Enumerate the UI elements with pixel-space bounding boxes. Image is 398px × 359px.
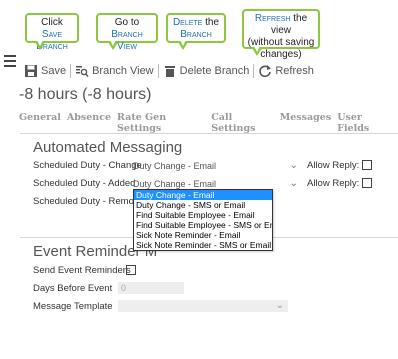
input-value: 0 bbox=[121, 283, 127, 293]
trash-icon bbox=[164, 66, 175, 77]
toolbar-divider bbox=[253, 64, 255, 78]
allow-reply-label: Allow Reply: bbox=[307, 160, 360, 171]
row-label: Scheduled Duty - Added bbox=[33, 178, 136, 189]
allow-reply-checkbox[interactable] bbox=[362, 178, 373, 189]
tab-messages[interactable]: Messages bbox=[280, 112, 331, 134]
delete-branch-label: Delete Branch bbox=[179, 65, 250, 77]
refresh-label: Refresh bbox=[275, 65, 314, 77]
callout-tail bbox=[35, 40, 45, 50]
tab-call-settings[interactable]: Call Settings bbox=[211, 112, 274, 134]
callout-text: Click bbox=[41, 17, 63, 28]
tab-user-fields[interactable]: User Fields bbox=[337, 112, 392, 134]
days-before-label: Days Before Event bbox=[33, 283, 113, 294]
dropdown-option[interactable]: Duty Change - Email bbox=[134, 190, 272, 200]
select-value: Duty Change - Email bbox=[133, 179, 217, 189]
save-label: Save bbox=[41, 65, 67, 77]
branch-view-button[interactable]: Branch View bbox=[75, 64, 154, 78]
chevron-down-icon: ⌄ bbox=[289, 160, 298, 171]
dropdown-option[interactable]: Sick Note Reminder - Email bbox=[134, 230, 272, 240]
callout-tail bbox=[252, 46, 262, 56]
message-template-select[interactable]: ⌄ bbox=[118, 300, 288, 312]
dropdown-option[interactable]: Sick Note Reminder - SMS or Email bbox=[134, 240, 272, 250]
delete-branch-button[interactable]: Delete Branch bbox=[163, 64, 250, 78]
callout-text: Delete bbox=[172, 17, 203, 28]
refresh-icon bbox=[259, 65, 272, 78]
row-label: Scheduled Duty - Change bbox=[33, 160, 142, 171]
callout-text: the bbox=[205, 17, 220, 28]
page-title: -8 hours (-8 hours) bbox=[19, 86, 152, 103]
toolbar-divider bbox=[157, 64, 159, 78]
chevron-down-icon: ⌄ bbox=[275, 300, 284, 311]
chevron-down-icon: ⌄ bbox=[289, 178, 298, 189]
message-type-dropdown[interactable]: Duty Change - Email Duty Change - SMS or… bbox=[133, 189, 273, 251]
dropdown-option[interactable]: Find Suitable Employee - SMS or Email bbox=[134, 220, 272, 230]
tab-general[interactable]: General bbox=[19, 112, 61, 134]
section-title: Automated Messaging bbox=[33, 139, 183, 156]
message-template-label: Message Template bbox=[33, 301, 113, 312]
callout-text: Save bbox=[41, 29, 63, 40]
save-icon bbox=[25, 65, 37, 77]
callout-delete-branch: Delete the Branch bbox=[166, 13, 226, 50]
send-reminders-checkbox[interactable] bbox=[126, 265, 136, 275]
duty-change-select[interactable]: Duty Change - Email ⌄ bbox=[130, 159, 300, 173]
allow-reply-label: Allow Reply: bbox=[307, 178, 360, 189]
callout-save-branch: Click Save Branch bbox=[25, 13, 79, 52]
callout-tail bbox=[178, 40, 188, 50]
send-reminders-label: Send Event Reminders bbox=[33, 265, 131, 276]
callout-text: Refresh bbox=[254, 13, 291, 24]
refresh-button[interactable]: Refresh bbox=[258, 64, 314, 78]
allow-reply: Allow Reply: bbox=[307, 178, 373, 189]
select-value: Duty Change - Email bbox=[133, 161, 217, 171]
callout-refresh: Refresh the view (without saving changes… bbox=[242, 9, 320, 60]
menu-icon[interactable] bbox=[4, 55, 16, 67]
tab-bar: General Absence Rate Gen Settings Call S… bbox=[19, 112, 398, 134]
save-button[interactable]: Save bbox=[24, 64, 66, 78]
allow-reply-checkbox[interactable] bbox=[362, 160, 373, 171]
toolbar-divider bbox=[70, 64, 72, 78]
row-label: Scheduled Duty - Remove bbox=[33, 196, 144, 207]
tab-rate-gen-settings[interactable]: Rate Gen Settings bbox=[117, 112, 205, 134]
list-search-icon bbox=[76, 66, 89, 77]
dropdown-option[interactable]: Find Suitable Employee - Email bbox=[134, 210, 272, 220]
allow-reply: Allow Reply: bbox=[307, 160, 373, 171]
toolbar: Save Branch View Delete Branch Refresh bbox=[24, 61, 314, 81]
branch-view-label: Branch View bbox=[92, 65, 154, 77]
days-before-input[interactable]: 0 bbox=[118, 282, 184, 294]
callout-branch-view: Go to Branch View bbox=[96, 13, 158, 52]
tab-absence[interactable]: Absence bbox=[67, 112, 111, 134]
callout-text: Go to bbox=[114, 17, 140, 28]
callout-tail bbox=[108, 40, 118, 50]
callout-text: Branch bbox=[180, 29, 212, 40]
dropdown-option[interactable]: Duty Change - SMS or Email bbox=[134, 200, 272, 210]
